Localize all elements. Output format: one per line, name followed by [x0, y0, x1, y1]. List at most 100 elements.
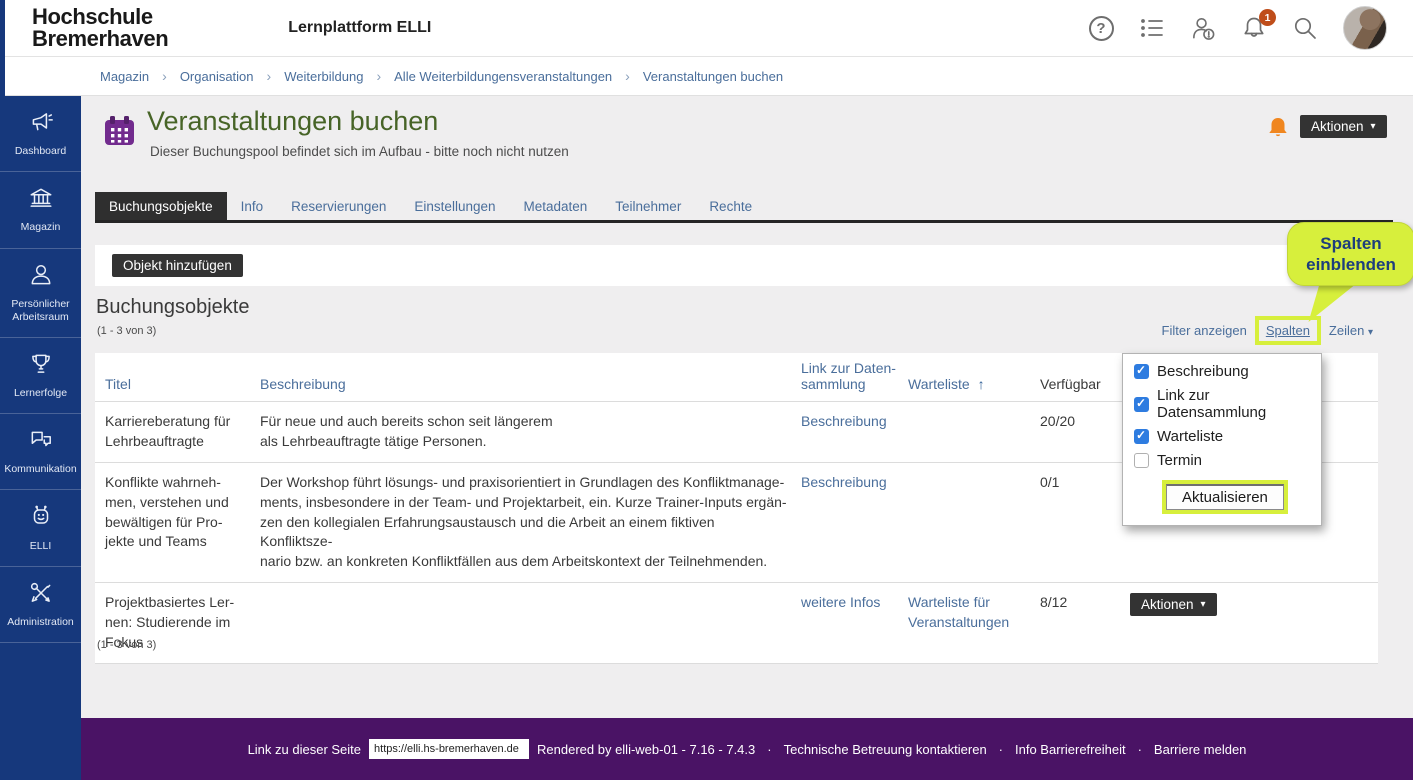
column-option-warteliste[interactable]: Warteliste: [1134, 428, 1310, 445]
cell-datasheet-link[interactable]: Beschreibung: [801, 402, 908, 462]
header-icon-row: ? 1: [1088, 6, 1387, 50]
cell-waitlist: [908, 463, 1040, 582]
cell-datasheet-link[interactable]: Beschreibung: [801, 463, 908, 582]
caret-down-icon: ▾: [1371, 122, 1376, 132]
add-object-button[interactable]: Objekt hinzufügen: [112, 254, 243, 277]
help-icon[interactable]: ?: [1088, 15, 1114, 41]
sidebar-item-lernerfolge[interactable]: Lernerfolge: [0, 338, 81, 414]
sidebar-item-label: Persönlicher Arbeitsraum: [3, 298, 78, 324]
university-logo[interactable]: Hochschule Bremerhaven: [32, 6, 168, 49]
tab-teilnehmer[interactable]: Teilnehmer: [601, 192, 695, 220]
sidebar-item-label: Kommunikation: [4, 463, 76, 476]
caret-down-icon: ▾: [1368, 327, 1373, 338]
breadcrumb-item-magazin[interactable]: Magazin: [100, 69, 149, 84]
tab-underline: [95, 220, 1393, 223]
sidebar-item-administration[interactable]: Administration: [0, 567, 81, 643]
cell-waitlist-link[interactable]: Warteliste für Veranstaltungen: [908, 583, 1040, 663]
cell-title: Konflikte wahrneh- men, verstehen und be…: [105, 463, 260, 582]
column-option-beschreibung[interactable]: Beschreibung: [1134, 363, 1310, 380]
logo-line-2: Bremerhaven: [32, 28, 168, 50]
breadcrumb-item-alle-weiterbildungen[interactable]: Alle Weiterbildungensveranstaltungen: [394, 69, 612, 84]
page-actions-button[interactable]: Aktionen ▾: [1300, 115, 1387, 138]
tab-reservierungen[interactable]: Reservierungen: [277, 192, 400, 220]
column-header-link[interactable]: Link zur Daten- sammlung: [801, 360, 908, 401]
communication-icon: [28, 427, 54, 457]
search-icon[interactable]: [1292, 15, 1318, 41]
toolbar: Objekt hinzufügen: [95, 245, 1378, 286]
rows-link[interactable]: Zeilen ▾: [1329, 323, 1373, 338]
column-option-link-zur-datensammlung[interactable]: Link zur Datensammlung: [1134, 387, 1310, 421]
elli-mascot-icon: [28, 503, 54, 533]
sort-ascending-icon: ↑: [978, 376, 985, 392]
sidebar-item-personal-workspace[interactable]: Persönlicher Arbeitsraum: [0, 249, 81, 338]
column-option-termin[interactable]: Termin: [1134, 452, 1310, 469]
section-heading: Buchungsobjekte: [96, 296, 249, 319]
columns-dropdown: Beschreibung Link zur Datensammlung Wart…: [1122, 353, 1322, 526]
filter-toggle-link[interactable]: Filter anzeigen: [1162, 323, 1247, 338]
notifications-bell-icon[interactable]: 1: [1241, 15, 1267, 41]
sidebar-item-label: Magazin: [21, 221, 61, 234]
page-title: Veranstaltungen buchen: [147, 106, 438, 137]
sidebar-item-label: ELLI: [30, 540, 52, 553]
sidebar-item-dashboard[interactable]: Dashboard: [0, 96, 81, 172]
achievements-icon: [28, 351, 54, 381]
checkbox[interactable]: [1134, 364, 1149, 379]
column-header-titel[interactable]: Titel: [105, 376, 260, 401]
page-url-input[interactable]: [369, 739, 529, 759]
cell-description: Der Workshop führt lösungs- und praxisor…: [260, 463, 801, 582]
footer-link-accessibility-info[interactable]: Info Barrierefreiheit: [1015, 742, 1126, 757]
tab-bar: Buchungsobjekte Info Reservierungen Eins…: [95, 192, 766, 220]
sidebar-item-elli[interactable]: ELLI: [0, 490, 81, 566]
list-menu-icon[interactable]: [1139, 15, 1165, 41]
checkbox[interactable]: [1134, 429, 1149, 444]
main-content: Veranstaltungen buchen Dieser Buchungspo…: [81, 96, 1413, 718]
sidebar-item-magazin[interactable]: Magazin: [0, 172, 81, 248]
cell-description: [260, 583, 801, 663]
chevron-right-icon: ›: [376, 68, 381, 84]
breadcrumb-item-veranstaltungen-buchen[interactable]: Veranstaltungen buchen: [643, 69, 783, 84]
caret-down-icon: ▾: [1201, 600, 1206, 610]
tutorial-callout-bubble: Spalten einblenden: [1287, 222, 1413, 286]
footer-link-label: Link zu dieser Seite: [248, 742, 361, 757]
tab-metadaten[interactable]: Metadaten: [509, 192, 601, 220]
update-columns-button[interactable]: Aktualisieren: [1166, 484, 1284, 510]
tab-buchungsobjekte[interactable]: Buchungsobjekte: [95, 192, 227, 220]
brand-left-stripe: [0, 0, 5, 96]
cell-available: 20/20: [1040, 402, 1130, 462]
update-button-highlight: Aktualisieren: [1162, 480, 1288, 514]
footer-separator: ·: [763, 742, 775, 757]
tab-einstellungen[interactable]: Einstellungen: [400, 192, 509, 220]
footer-link-support[interactable]: Technische Betreuung kontaktieren: [784, 742, 987, 757]
user-status-icon[interactable]: [1190, 15, 1216, 41]
breadcrumb-item-organisation[interactable]: Organisation: [180, 69, 254, 84]
footer: Link zu dieser Seite Rendered by elli-we…: [81, 718, 1413, 780]
checkbox[interactable]: [1134, 397, 1149, 412]
personal-workspace-icon: [28, 262, 54, 292]
list-controls: Filter anzeigen Spalten Zeilen ▾: [1162, 316, 1373, 345]
top-bar: Hochschule Bremerhaven Lernplattform ELL…: [0, 0, 1413, 57]
logo-line-1: Hochschule: [32, 6, 168, 28]
page-subtitle: Dieser Buchungspool befindet sich im Auf…: [150, 144, 569, 159]
cell-description: Für neue und auch bereits schon seit län…: [260, 402, 801, 462]
column-header-warteliste[interactable]: Warteliste ↑: [908, 376, 1040, 401]
cell-available: 8/12: [1040, 583, 1130, 663]
columns-link[interactable]: Spalten: [1266, 323, 1310, 338]
column-header-beschreibung[interactable]: Beschreibung: [260, 376, 801, 401]
tab-rechte[interactable]: Rechte: [695, 192, 766, 220]
sidebar-item-label: Dashboard: [15, 145, 66, 158]
user-avatar[interactable]: [1343, 6, 1387, 50]
cell-datasheet-link[interactable]: weitere Infos: [801, 583, 908, 663]
sidebar-item-kommunikation[interactable]: Kommunikation: [0, 414, 81, 490]
footer-separator: ·: [1134, 742, 1146, 757]
magazin-icon: [28, 185, 54, 215]
tab-info[interactable]: Info: [227, 192, 278, 220]
cell-waitlist: [908, 402, 1040, 462]
result-count-top: (1 - 3 von 3): [97, 325, 156, 337]
result-count-bottom: (1 - 3 von 3): [97, 639, 156, 651]
row-actions-button[interactable]: Aktionen ▾: [1130, 593, 1217, 616]
subscription-bell-icon[interactable]: [1267, 116, 1289, 145]
breadcrumb-item-weiterbildung[interactable]: Weiterbildung: [284, 69, 363, 84]
footer-link-report-barrier[interactable]: Barriere melden: [1154, 742, 1247, 757]
checkbox[interactable]: [1134, 453, 1149, 468]
chevron-right-icon: ›: [162, 68, 167, 84]
